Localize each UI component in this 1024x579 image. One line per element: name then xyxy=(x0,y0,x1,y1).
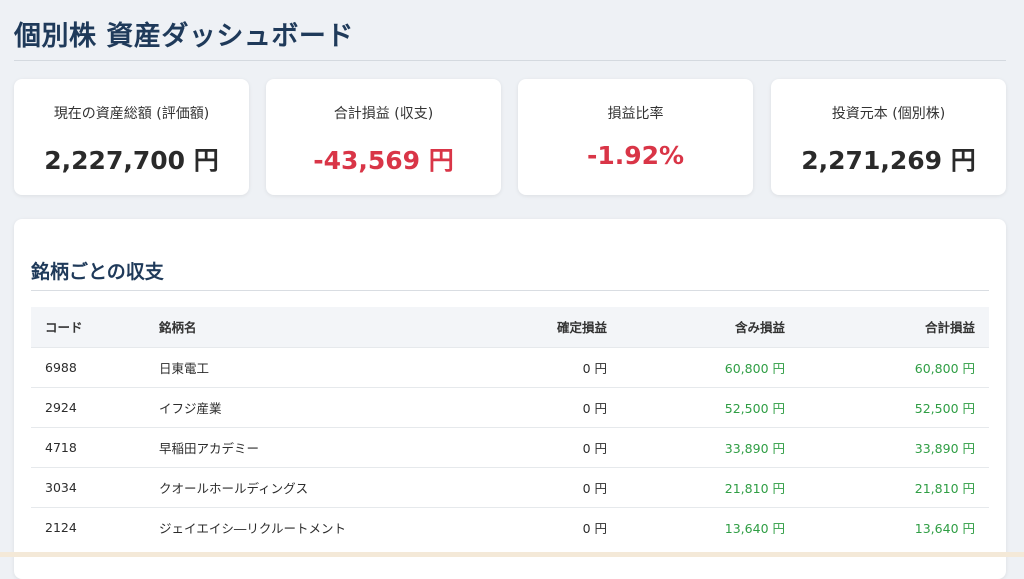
table-row[interactable]: 2924 イフジ産業 0 円 52,500 円 52,500 円 xyxy=(31,387,989,427)
cell-realized: 0 円 xyxy=(582,400,607,416)
cell-total: 52,500 円 xyxy=(914,400,975,416)
col-name: 銘柄名 xyxy=(159,320,197,336)
card-total-assets: 現在の資産総額 (評価額) 2,227,700 円 xyxy=(14,79,249,195)
cell-code: 4718 xyxy=(45,439,77,455)
cell-total: 13,640 円 xyxy=(914,520,975,536)
cell-total: 60,800 円 xyxy=(914,360,975,376)
card-total-pl: 合計損益 (収支) -43,569 円 xyxy=(266,79,501,195)
bottom-strip xyxy=(0,552,1024,557)
cell-unrealized: 52,500 円 xyxy=(724,400,785,416)
card-label: 現在の資産総額 (評価額) xyxy=(53,106,210,122)
cell-name: ジェイエイシ―リクルートメント xyxy=(159,520,347,536)
card-value: -43,569 円 xyxy=(313,146,454,175)
table-row[interactable]: 4718 早稲田アカデミー 0 円 33,890 円 33,890 円 xyxy=(31,427,989,467)
cell-code: 2124 xyxy=(45,519,77,535)
col-unrealized: 含み損益 xyxy=(734,320,785,336)
table-row[interactable]: 3034 クオールホールディングス 0 円 21,810 円 21,810 円 xyxy=(31,467,989,507)
col-realized: 確定損益 xyxy=(556,320,607,336)
cell-realized: 0 円 xyxy=(582,480,607,496)
cell-name: イフジ産業 xyxy=(159,400,222,416)
cell-unrealized: 33,890 円 xyxy=(724,440,785,456)
cell-realized: 0 円 xyxy=(582,360,607,376)
card-value: -1.92% xyxy=(586,141,685,170)
cell-unrealized: 21,810 円 xyxy=(724,480,785,496)
card-label: 合計損益 (収支) xyxy=(333,106,434,122)
cell-total: 33,890 円 xyxy=(914,440,975,456)
cell-unrealized: 13,640 円 xyxy=(724,520,785,536)
cell-realized: 0 円 xyxy=(582,520,607,536)
table-header-row: コード 銘柄名 確定損益 含み損益 合計損益 xyxy=(31,307,989,347)
stock-pl-panel: 銘柄ごとの収支 コード 銘柄名 確定損益 含み損益 合計損益 6988 日東電工… xyxy=(14,219,1006,579)
panel-title: 銘柄ごとの収支 xyxy=(31,261,164,283)
cell-name: クオールホールディングス xyxy=(159,480,309,496)
cell-name: 日東電工 xyxy=(159,360,210,376)
cell-code: 2924 xyxy=(45,399,77,415)
cell-code: 6988 xyxy=(45,359,77,375)
col-code: コード xyxy=(45,320,83,336)
cell-code: 3034 xyxy=(45,479,77,495)
cell-total: 21,810 円 xyxy=(914,480,975,496)
table-row[interactable]: 2124 ジェイエイシ―リクルートメント 0 円 13,640 円 13,640… xyxy=(31,507,989,547)
cell-unrealized: 60,800 円 xyxy=(724,360,785,376)
table-row[interactable]: 6988 日東電工 0 円 60,800 円 60,800 円 xyxy=(31,347,989,387)
card-value: 2,227,700 円 xyxy=(44,146,219,175)
card-pl-ratio: 損益比率 -1.92% xyxy=(518,79,753,195)
panel-divider xyxy=(31,290,989,291)
card-value: 2,271,269 円 xyxy=(801,146,976,175)
card-label: 損益比率 xyxy=(607,106,664,122)
page-title: 個別株 資産ダッシュボード xyxy=(14,21,354,52)
card-principal: 投資元本 (個別株) 2,271,269 円 xyxy=(771,79,1006,195)
title-divider xyxy=(14,60,1006,61)
cell-realized: 0 円 xyxy=(582,440,607,456)
col-total: 合計損益 xyxy=(924,320,975,336)
cell-name: 早稲田アカデミー xyxy=(159,440,260,456)
stock-table: コード 銘柄名 確定損益 含み損益 合計損益 6988 日東電工 0 円 60,… xyxy=(31,307,989,547)
summary-cards: 現在の資産総額 (評価額) 2,227,700 円 合計損益 (収支) -43,… xyxy=(14,79,1006,195)
card-label: 投資元本 (個別株) xyxy=(831,106,946,122)
